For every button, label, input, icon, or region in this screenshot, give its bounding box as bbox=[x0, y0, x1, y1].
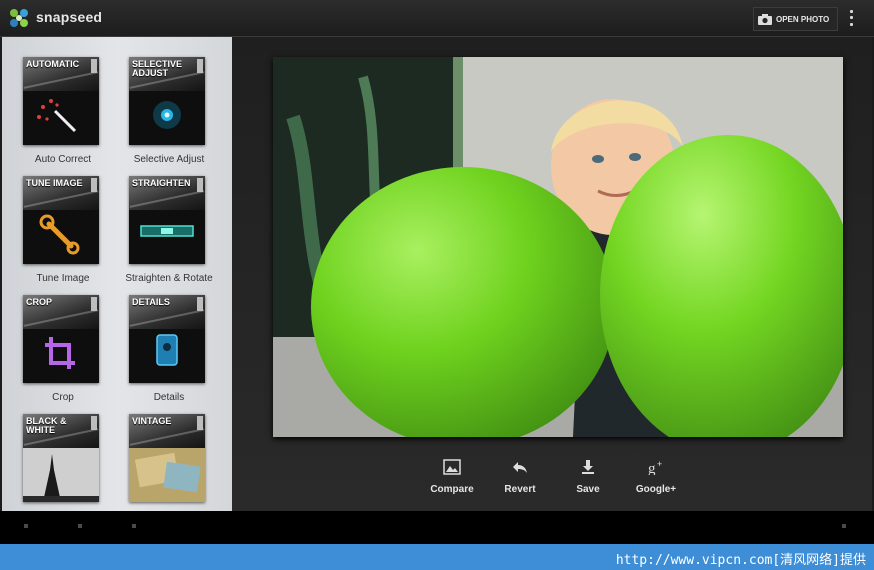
tool-tile: VINTAGE bbox=[129, 414, 205, 502]
revert-label: Revert bbox=[504, 484, 536, 495]
google-plus-button[interactable]: g + Google+ bbox=[626, 457, 686, 503]
sharpener-icon bbox=[156, 334, 178, 366]
tile-title: CROP bbox=[26, 297, 53, 307]
tile-title: BLACK & WHITE bbox=[26, 416, 67, 435]
balloon-photo bbox=[273, 57, 843, 437]
wrench-icon bbox=[39, 214, 80, 255]
control-point-icon bbox=[153, 101, 181, 129]
crop-icon bbox=[45, 337, 75, 369]
tile-title: STRAIGHTEN bbox=[132, 178, 191, 188]
compare-label: Compare bbox=[430, 484, 474, 495]
eiffel-tower-thumbnail bbox=[23, 448, 99, 502]
open-photo-label: OPEN PHOTO bbox=[776, 14, 830, 24]
back-icon[interactable] bbox=[24, 524, 28, 528]
home-icon[interactable] bbox=[78, 524, 82, 528]
tool-tile: CROP bbox=[23, 295, 99, 383]
tool-tile: AUTOMATIC bbox=[23, 57, 99, 145]
google-plus-label: Google+ bbox=[635, 484, 677, 495]
photo-canvas: Compare Revert Save g + Google+ bbox=[232, 37, 872, 511]
tool-straighten-rotate[interactable]: STRAIGHTEN Straighten & Rotate bbox=[108, 156, 214, 284]
tool-auto-correct[interactable]: AUTOMATIC Auto Correct bbox=[2, 37, 108, 165]
tool-tile: TUNE IMAGE bbox=[23, 176, 99, 264]
revert-button[interactable]: Revert bbox=[490, 457, 550, 503]
recents-icon[interactable] bbox=[132, 524, 136, 528]
overflow-menu-icon[interactable] bbox=[845, 8, 857, 28]
compare-button[interactable]: Compare bbox=[422, 457, 482, 503]
camera-icon bbox=[758, 13, 772, 25]
tool-crop[interactable]: CROP Crop bbox=[2, 275, 108, 403]
image-icon bbox=[443, 459, 461, 475]
google-plus-icon: g + bbox=[648, 459, 662, 475]
menu-icon[interactable] bbox=[842, 524, 846, 528]
svg-text:g: g bbox=[648, 461, 656, 475]
open-photo-button[interactable]: OPEN PHOTO bbox=[753, 7, 839, 31]
tile-title: DETAILS bbox=[132, 297, 170, 307]
magic-wand-icon bbox=[37, 99, 77, 133]
vintage-thumbnail bbox=[129, 448, 205, 502]
tool-vintage[interactable]: VINTAGE bbox=[108, 394, 214, 511]
download-icon bbox=[582, 460, 594, 474]
level-icon bbox=[140, 225, 194, 237]
app-title: snapseed bbox=[36, 9, 103, 25]
tile-title: AUTOMATIC bbox=[26, 59, 80, 69]
watermark-bar: http://www.vipcn.com[清风网络]提供 bbox=[0, 544, 874, 570]
save-label: Save bbox=[576, 484, 600, 495]
save-button[interactable]: Save bbox=[558, 457, 618, 503]
svg-text:+: + bbox=[657, 459, 662, 469]
tools-panel: AUTOMATIC Auto Correct SELECTIVE ADJUST … bbox=[2, 37, 232, 511]
tile-title: VINTAGE bbox=[132, 416, 172, 426]
undo-icon bbox=[513, 462, 527, 473]
tool-tile: STRAIGHTEN bbox=[129, 176, 205, 264]
tool-selective-adjust[interactable]: SELECTIVE ADJUST Selective Adjust bbox=[108, 37, 214, 165]
tool-black-white[interactable]: BLACK & WHITE bbox=[2, 394, 108, 511]
action-bar: Compare Revert Save g + Google+ bbox=[422, 457, 722, 503]
snapseed-logo-icon bbox=[10, 9, 28, 27]
watermark-text: http://www.vipcn.com[清风网络]提供 bbox=[615, 553, 866, 568]
tile-title: TUNE IMAGE bbox=[26, 178, 83, 188]
tool-details[interactable]: DETAILS Details bbox=[108, 275, 214, 403]
system-nav-bar bbox=[0, 511, 874, 544]
tile-title: SELECTIVE ADJUST bbox=[132, 59, 183, 78]
app-bar: snapseed OPEN PHOTO bbox=[0, 0, 874, 37]
photo-preview[interactable] bbox=[273, 57, 843, 437]
tool-tile: DETAILS bbox=[129, 295, 205, 383]
tool-tile: SELECTIVE ADJUST bbox=[129, 57, 205, 145]
tool-tile: BLACK & WHITE bbox=[23, 414, 99, 502]
tool-tune-image[interactable]: TUNE IMAGE Tune Image bbox=[2, 156, 108, 284]
